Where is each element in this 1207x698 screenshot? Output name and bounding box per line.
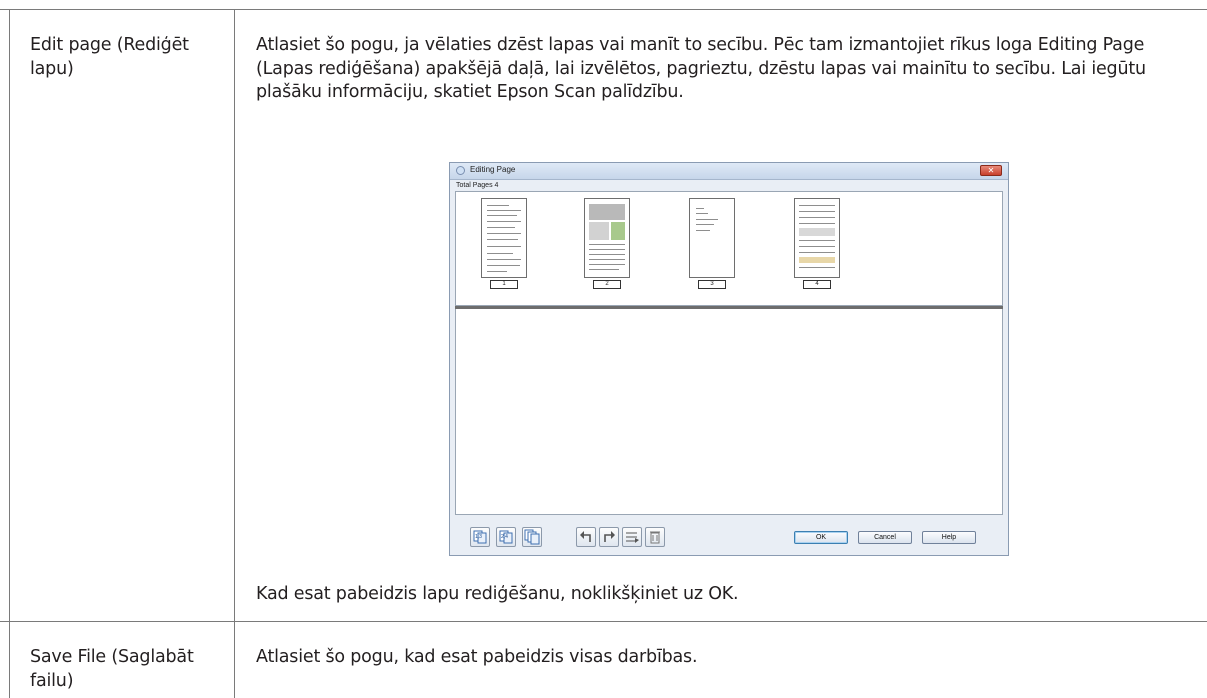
row-divider (0, 621, 1207, 622)
table-top-rule (0, 9, 1207, 10)
page-number-2: 2 (593, 280, 621, 289)
row-2-term: Save File (Saglabāt failu) (30, 647, 194, 691)
dialog-toolbar: 1,3 2,4 OK Cancel Help (450, 518, 1008, 554)
page-thumbnail-3[interactable] (689, 198, 735, 278)
page-number-1: 1 (490, 280, 518, 289)
move-page-icon[interactable] (622, 527, 642, 547)
table-left-rule (9, 9, 10, 698)
editing-page-dialog: Editing Page ✕ Total Pages 4 1 2 3 4 1,3… (449, 162, 1009, 556)
ok-button[interactable]: OK (794, 531, 848, 544)
page-thumbnail-1[interactable] (481, 198, 527, 278)
page-preview-area[interactable] (455, 309, 1003, 515)
total-pages-label: Total Pages 4 (456, 182, 499, 189)
row-2-description: Atlasiet šo pogu, kad esat pabeidzis vis… (256, 647, 698, 667)
svg-text:2,4: 2,4 (501, 534, 508, 540)
delete-page-icon[interactable] (645, 527, 665, 547)
rotate-right-icon[interactable] (599, 527, 619, 547)
page-thumbnail-2[interactable] (584, 198, 630, 278)
app-icon (456, 166, 465, 175)
dialog-title: Editing Page (470, 165, 516, 174)
select-odd-pages-icon[interactable]: 1,3 (470, 527, 490, 547)
help-button[interactable]: Help (922, 531, 976, 544)
dialog-titlebar: Editing Page ✕ (450, 163, 1008, 180)
page-thumbnail-4[interactable] (794, 198, 840, 278)
row-1-term: Edit page (Rediģēt lapu) (30, 35, 189, 79)
page-number-3: 3 (698, 280, 726, 289)
column-divider (234, 9, 235, 698)
page-thumbnail-strip[interactable]: 1 2 3 4 (455, 191, 1003, 306)
select-even-pages-icon[interactable]: 2,4 (496, 527, 516, 547)
svg-text:1,3: 1,3 (475, 534, 482, 540)
row-1-description: Atlasiet šo pogu, ja vēlaties dzēst lapa… (256, 35, 1146, 102)
row-1-after-image-text: Kad esat pabeidzis lapu rediģēšanu, nokl… (256, 584, 739, 604)
cancel-button[interactable]: Cancel (858, 531, 912, 544)
close-icon[interactable]: ✕ (980, 165, 1002, 176)
rotate-left-icon[interactable] (576, 527, 596, 547)
select-all-pages-icon[interactable] (522, 527, 542, 547)
page-number-4: 4 (803, 280, 831, 289)
